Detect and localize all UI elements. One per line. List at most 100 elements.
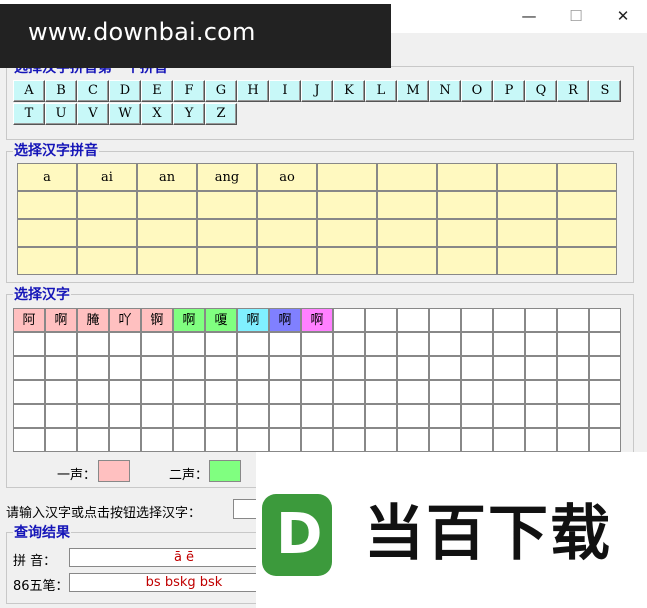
hanzi-cell[interactable]	[173, 332, 205, 356]
pinyin-cell[interactable]	[497, 247, 557, 275]
hanzi-cell[interactable]	[333, 380, 365, 404]
hanzi-cell[interactable]	[397, 356, 429, 380]
hanzi-cell[interactable]	[237, 332, 269, 356]
hanzi-cell[interactable]	[141, 332, 173, 356]
hanzi-cell[interactable]	[269, 356, 301, 380]
pinyin-cell[interactable]	[377, 163, 437, 191]
letter-button-a[interactable]: A	[13, 80, 45, 102]
hanzi-cell[interactable]	[333, 308, 365, 332]
letter-button-s[interactable]: S	[589, 80, 621, 102]
pinyin-cell[interactable]	[197, 219, 257, 247]
hanzi-cell[interactable]	[365, 356, 397, 380]
letter-button-r[interactable]: R	[557, 80, 589, 102]
pinyin-cell[interactable]	[497, 219, 557, 247]
hanzi-cell[interactable]	[77, 332, 109, 356]
pinyin-cell[interactable]	[317, 163, 377, 191]
hanzi-cell[interactable]	[557, 356, 589, 380]
pinyin-cell[interactable]: a	[17, 163, 77, 191]
pinyin-cell[interactable]	[17, 247, 77, 275]
pinyin-cell[interactable]	[497, 163, 557, 191]
hanzi-cell[interactable]	[173, 356, 205, 380]
hanzi-cell[interactable]	[493, 380, 525, 404]
hanzi-cell[interactable]	[141, 356, 173, 380]
pinyin-cell[interactable]: ao	[257, 163, 317, 191]
hanzi-cell[interactable]	[237, 380, 269, 404]
hanzi-cell[interactable]	[13, 356, 45, 380]
letter-button-f[interactable]: F	[173, 80, 205, 102]
hanzi-cell[interactable]	[269, 380, 301, 404]
letter-button-c[interactable]: C	[77, 80, 109, 102]
hanzi-cell[interactable]	[557, 380, 589, 404]
hanzi-cell[interactable]	[557, 404, 589, 428]
pinyin-cell[interactable]	[77, 219, 137, 247]
hanzi-cell[interactable]	[45, 380, 77, 404]
letter-button-q[interactable]: Q	[525, 80, 557, 102]
pinyin-cell[interactable]	[257, 191, 317, 219]
hanzi-cell[interactable]	[109, 332, 141, 356]
hanzi-cell[interactable]	[237, 428, 269, 452]
pinyin-cell[interactable]: ang	[197, 163, 257, 191]
pinyin-cell[interactable]	[557, 163, 617, 191]
pinyin-cell[interactable]	[137, 219, 197, 247]
hanzi-cell[interactable]	[301, 356, 333, 380]
hanzi-cell[interactable]	[333, 332, 365, 356]
pinyin-cell[interactable]	[437, 163, 497, 191]
hanzi-cell[interactable]	[301, 380, 333, 404]
letter-button-p[interactable]: P	[493, 80, 525, 102]
pinyin-cell[interactable]	[77, 247, 137, 275]
pinyin-cell[interactable]: ai	[77, 163, 137, 191]
hanzi-cell[interactable]	[557, 308, 589, 332]
letter-button-i[interactable]: I	[269, 80, 301, 102]
hanzi-cell[interactable]: 啊	[173, 308, 205, 332]
pinyin-cell[interactable]	[137, 247, 197, 275]
hanzi-cell[interactable]	[365, 404, 397, 428]
hanzi-cell[interactable]	[589, 308, 621, 332]
hanzi-cell[interactable]	[557, 332, 589, 356]
hanzi-cell[interactable]	[77, 428, 109, 452]
pinyin-cell[interactable]	[557, 247, 617, 275]
hanzi-cell[interactable]: 啊	[45, 308, 77, 332]
letter-button-y[interactable]: Y	[173, 103, 205, 125]
hanzi-cell[interactable]	[301, 428, 333, 452]
hanzi-cell[interactable]	[397, 308, 429, 332]
hanzi-cell[interactable]	[365, 308, 397, 332]
letter-button-b[interactable]: B	[45, 80, 77, 102]
pinyin-cell[interactable]	[437, 219, 497, 247]
hanzi-cell[interactable]	[589, 356, 621, 380]
hanzi-cell[interactable]: 阿	[13, 308, 45, 332]
hanzi-cell[interactable]	[205, 428, 237, 452]
hanzi-cell[interactable]	[461, 332, 493, 356]
hanzi-cell[interactable]	[461, 380, 493, 404]
hanzi-cell[interactable]	[493, 428, 525, 452]
hanzi-cell[interactable]	[365, 428, 397, 452]
hanzi-cell[interactable]	[333, 356, 365, 380]
hanzi-cell[interactable]	[173, 380, 205, 404]
hanzi-cell[interactable]	[77, 380, 109, 404]
hanzi-cell[interactable]	[397, 332, 429, 356]
hanzi-cell[interactable]: 嗄	[205, 308, 237, 332]
hanzi-cell[interactable]	[109, 380, 141, 404]
pinyin-cell[interactable]	[497, 191, 557, 219]
hanzi-cell[interactable]	[493, 308, 525, 332]
pinyin-cell[interactable]	[137, 191, 197, 219]
hanzi-cell[interactable]	[429, 428, 461, 452]
hanzi-cell[interactable]	[13, 404, 45, 428]
hanzi-cell[interactable]	[77, 404, 109, 428]
hanzi-cell[interactable]	[13, 332, 45, 356]
letter-button-n[interactable]: N	[429, 80, 461, 102]
hanzi-cell[interactable]	[525, 404, 557, 428]
pinyin-cell[interactable]	[17, 219, 77, 247]
letter-button-w[interactable]: W	[109, 103, 141, 125]
hanzi-cell[interactable]	[525, 356, 557, 380]
hanzi-cell[interactable]	[525, 428, 557, 452]
letter-button-m[interactable]: M	[397, 80, 429, 102]
letter-button-g[interactable]: G	[205, 80, 237, 102]
letter-button-x[interactable]: X	[141, 103, 173, 125]
hanzi-cell[interactable]	[173, 428, 205, 452]
hanzi-cell[interactable]	[429, 332, 461, 356]
hanzi-cell[interactable]	[77, 356, 109, 380]
hanzi-cell[interactable]: 锕	[141, 308, 173, 332]
pinyin-cell[interactable]	[557, 219, 617, 247]
letter-button-o[interactable]: O	[461, 80, 493, 102]
hanzi-cell[interactable]	[365, 380, 397, 404]
